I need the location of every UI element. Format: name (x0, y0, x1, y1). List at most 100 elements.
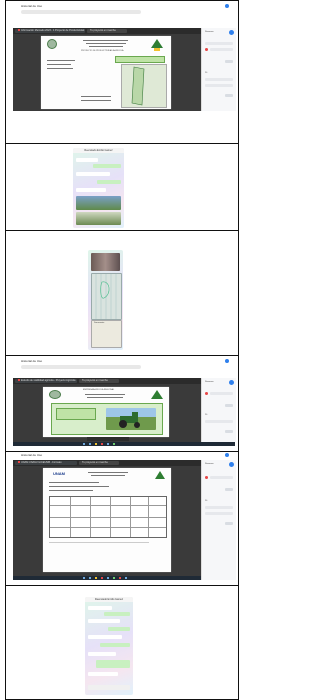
seal-logo (49, 390, 61, 399)
grid-sketch-icon (95, 274, 117, 319)
doc-heading: PROYECTO DE PRODUCTIVIDAD AGRICOLA (81, 50, 124, 52)
message-bubble (93, 164, 121, 168)
panel-field[interactable] (205, 420, 233, 423)
panel-label: Resumen (205, 381, 214, 383)
document-photo[interactable] (91, 273, 122, 320)
profile-icon[interactable] (225, 453, 229, 457)
panel-field[interactable] (205, 42, 233, 45)
window-titlebar: Historial de Uso (13, 358, 235, 370)
pdf-page: EMPRESA AGRICOLA REGIONAL (43, 387, 169, 437)
shared-photo[interactable] (76, 196, 121, 210)
tab-project[interactable]: Tu proyecto en marcha (79, 461, 119, 465)
share-icon[interactable] (229, 380, 234, 385)
pdf-page: UNAM (43, 468, 171, 572)
text-line (49, 482, 99, 483)
panel-action-button[interactable] (225, 430, 233, 433)
record-icon (205, 48, 208, 51)
text-line (85, 394, 125, 395)
profile-icon[interactable] (225, 359, 229, 363)
divider (5, 585, 239, 586)
divider (5, 451, 239, 452)
slide-textbox (56, 408, 96, 420)
green-logo (151, 39, 163, 48)
text-line (88, 472, 128, 473)
text-line (47, 60, 75, 61)
text-line (87, 397, 123, 398)
record-icon (205, 476, 208, 479)
message-input[interactable] (88, 685, 130, 690)
table-photo[interactable]: Documento (91, 320, 122, 348)
message-bubble (76, 172, 110, 176)
tab-project[interactable]: Tu proyecto en marcha (87, 29, 127, 33)
panel-action-button[interactable] (225, 94, 233, 97)
message-bubble (88, 672, 118, 676)
text-line (49, 490, 93, 491)
title-banner (115, 56, 165, 63)
text-line (49, 542, 149, 543)
message-bubble (76, 158, 98, 162)
text-line (89, 46, 123, 47)
message-bubble (100, 643, 130, 647)
text-line (83, 40, 128, 41)
panel-count: 20 (205, 500, 208, 502)
panel-count: 20 (205, 414, 208, 416)
divider (5, 230, 239, 231)
text-line (81, 96, 111, 97)
chat-header: Reenviado Emilio Gamez (73, 148, 124, 153)
pdf-viewer: PROYECTO DE PRODUCTIVIDAD AGRICOLA (13, 34, 201, 111)
panel-field[interactable] (205, 84, 233, 87)
message-bubble (88, 652, 116, 656)
panel-field[interactable] (205, 78, 233, 81)
share-icon[interactable] (229, 30, 234, 35)
map-figure (121, 64, 167, 108)
profile-icon[interactable] (225, 4, 229, 8)
divider (5, 355, 239, 356)
text-line (47, 64, 71, 65)
yellow-logo (154, 48, 160, 51)
panel-label: Resumen (205, 31, 214, 33)
tab-project[interactable]: Tu proyecto en marcha (79, 379, 119, 383)
panel-field[interactable] (210, 392, 233, 395)
tractor-icon (119, 412, 140, 428)
text-line (86, 43, 126, 44)
pdf-viewer: EMPRESA AGRICOLA REGIONAL (13, 384, 201, 442)
download-button[interactable] (225, 404, 233, 407)
panel-field[interactable] (210, 476, 233, 479)
tab-pdf[interactable]: UNAM UNAM-VLICEUMB - Formato (15, 461, 77, 465)
photo-caption: Documento (94, 322, 105, 324)
address-bar[interactable] (21, 365, 141, 369)
panel-field[interactable] (205, 506, 233, 509)
os-taskbar (13, 576, 201, 580)
shared-photo[interactable] (76, 212, 121, 225)
message-bubble (88, 619, 120, 623)
text-line (49, 486, 109, 487)
doc-heading: EMPRESA AGRICOLA REGIONAL (83, 389, 115, 391)
message-bubble (108, 627, 130, 631)
tab-pdf[interactable]: Estudio de viabilidad agrícola - Proyect… (15, 379, 77, 383)
seal-logo (47, 39, 57, 49)
pdf-controls[interactable] (87, 437, 129, 441)
panel-field[interactable] (210, 48, 233, 51)
side-panel: Resumen 20 (201, 378, 236, 442)
window-title: Historial de Uso (21, 359, 43, 363)
panel-field[interactable] (205, 512, 233, 515)
tab-pdf[interactable]: Información Mercado 2023 - 1 Proyecto de… (15, 29, 85, 33)
record-icon (205, 392, 208, 395)
os-taskbar (13, 442, 235, 446)
share-icon[interactable] (229, 462, 234, 467)
divider (5, 143, 239, 144)
parcel-outline-icon (131, 66, 145, 106)
phone-photo-view: Documento (88, 250, 123, 350)
address-bar[interactable] (21, 10, 141, 14)
pdf-viewer: UNAM (13, 466, 201, 576)
text-line (81, 100, 111, 101)
side-panel: Resumen 20 (201, 460, 236, 580)
panel-action-button[interactable] (225, 522, 233, 525)
window-title: Historial de Uso (21, 4, 43, 8)
photo-thumbnail[interactable] (91, 253, 120, 271)
phone-chat: Reenviado Emilio Gamez (85, 597, 133, 695)
message-bubble (76, 188, 106, 192)
message-bubble (88, 606, 112, 610)
download-button[interactable] (225, 488, 233, 491)
download-button[interactable] (225, 60, 233, 63)
